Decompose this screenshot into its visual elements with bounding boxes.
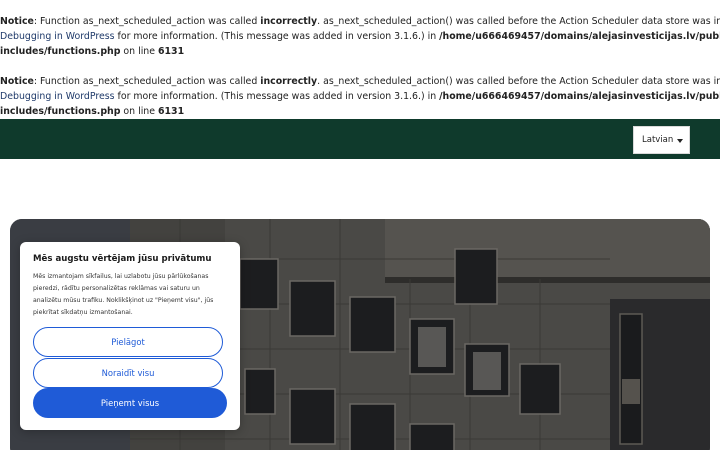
- cookie-consent-banner: Mēs augstu vērtējam jūsu privātumu Mēs i…: [20, 242, 240, 430]
- notice-label: Notice: [0, 16, 34, 27]
- notice-line-1: Notice: Function as_next_scheduled_actio…: [0, 16, 720, 27]
- debugging-link[interactable]: Debugging in WordPress: [0, 31, 115, 42]
- php-notice: Notice: Function as_next_scheduled_actio…: [0, 14, 720, 59]
- php-notice: Notice: Function as_next_scheduled_actio…: [0, 74, 720, 119]
- notice-line-3: includes/functions.php on line 6131: [0, 106, 185, 117]
- site-header-bar: [0, 119, 720, 159]
- customize-button[interactable]: Pielāgot: [33, 327, 223, 357]
- accept-all-button[interactable]: Pieņemt visus: [33, 388, 227, 418]
- language-select-value: Latvian: [642, 135, 674, 145]
- notice-line-2: Debugging in WordPress for more informat…: [0, 91, 720, 102]
- language-select[interactable]: Latvian: [633, 126, 690, 154]
- cookie-banner-text: Mēs izmantojam sīkfailus, lai uzlabotu j…: [33, 273, 214, 316]
- cookie-banner-title: Mēs augstu vērtējam jūsu privātumu: [33, 254, 212, 264]
- notice-label: Notice: [0, 76, 34, 87]
- notice-line-1: Notice: Function as_next_scheduled_actio…: [0, 76, 720, 87]
- notice-line-2: Debugging in WordPress for more informat…: [0, 31, 720, 42]
- debugging-link[interactable]: Debugging in WordPress: [0, 91, 115, 102]
- chevron-down-icon: [677, 139, 683, 143]
- notice-line-3: includes/functions.php on line 6131: [0, 46, 185, 57]
- reject-all-button[interactable]: Noraidīt visu: [33, 358, 223, 388]
